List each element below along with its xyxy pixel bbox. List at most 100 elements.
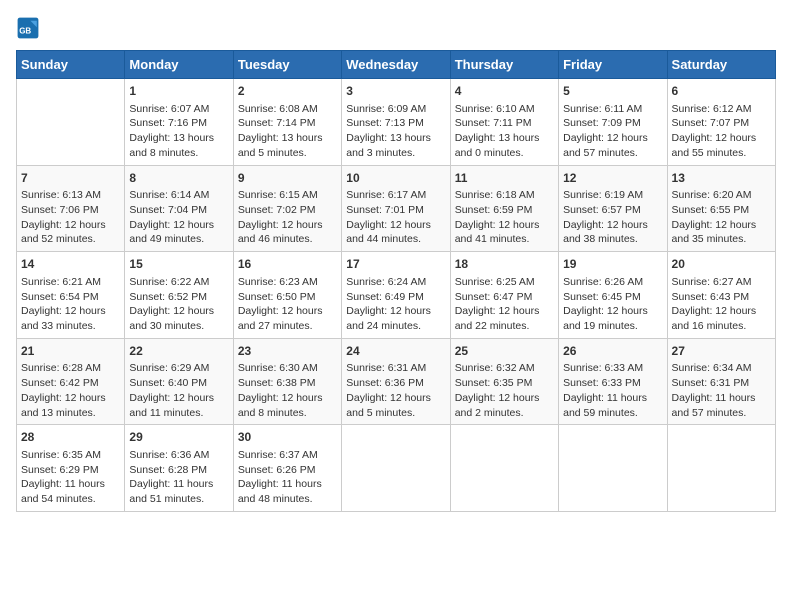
day-number: 2: [238, 83, 337, 100]
day-info: Sunrise: 6:18 AM Sunset: 6:59 PM Dayligh…: [455, 188, 554, 247]
day-info: Sunrise: 6:37 AM Sunset: 6:26 PM Dayligh…: [238, 448, 337, 507]
day-info: Sunrise: 6:34 AM Sunset: 6:31 PM Dayligh…: [672, 361, 771, 420]
day-number: 12: [563, 170, 662, 187]
calendar-table: SundayMondayTuesdayWednesdayThursdayFrid…: [16, 50, 776, 512]
day-info: Sunrise: 6:13 AM Sunset: 7:06 PM Dayligh…: [21, 188, 120, 247]
week-row-4: 28 Sunrise: 6:35 AM Sunset: 6:29 PM Dayli…: [17, 425, 776, 512]
day-cell: 27Sunrise: 6:34 AM Sunset: 6:31 PM Dayli…: [667, 338, 775, 425]
week-row-3: 21Sunrise: 6:28 AM Sunset: 6:42 PM Dayli…: [17, 338, 776, 425]
week-row-0: 1Sunrise: 6:07 AM Sunset: 7:16 PM Daylig…: [17, 79, 776, 166]
day-cell: [667, 425, 775, 512]
day-cell: 12Sunrise: 6:19 AM Sunset: 6:57 PM Dayli…: [559, 165, 667, 252]
day-info: Sunrise: 6:21 AM Sunset: 6:54 PM Dayligh…: [21, 275, 120, 334]
day-info: Sunrise: 6:28 AM Sunset: 6:42 PM Dayligh…: [21, 361, 120, 420]
day-info: Sunrise: 6:22 AM Sunset: 6:52 PM Dayligh…: [129, 275, 228, 334]
day-number: 14: [21, 256, 120, 273]
day-cell: 7Sunrise: 6:13 AM Sunset: 7:06 PM Daylig…: [17, 165, 125, 252]
day-cell: 6 Sunrise: 6:12 AM Sunset: 7:07 PM Daylig…: [667, 79, 775, 166]
week-row-1: 7Sunrise: 6:13 AM Sunset: 7:06 PM Daylig…: [17, 165, 776, 252]
day-number: 10: [346, 170, 445, 187]
day-number: 22: [129, 343, 228, 360]
day-info: Sunrise: 6:07 AM Sunset: 7:16 PM Dayligh…: [129, 102, 228, 161]
header-cell-sunday: Sunday: [17, 51, 125, 79]
day-cell: 22Sunrise: 6:29 AM Sunset: 6:40 PM Dayli…: [125, 338, 233, 425]
day-number: 4: [455, 83, 554, 100]
day-info: Sunrise: 6:11 AM Sunset: 7:09 PM Dayligh…: [563, 102, 662, 161]
day-number: 28: [21, 429, 120, 446]
day-cell: 28 Sunrise: 6:35 AM Sunset: 6:29 PM Dayli…: [17, 425, 125, 512]
day-cell: 3Sunrise: 6:09 AM Sunset: 7:13 PM Daylig…: [342, 79, 450, 166]
day-cell: 23Sunrise: 6:30 AM Sunset: 6:38 PM Dayli…: [233, 338, 341, 425]
header-row: SundayMondayTuesdayWednesdayThursdayFrid…: [17, 51, 776, 79]
day-cell: 1Sunrise: 6:07 AM Sunset: 7:16 PM Daylig…: [125, 79, 233, 166]
svg-text:GB: GB: [19, 27, 31, 36]
day-number: 19: [563, 256, 662, 273]
day-info: Sunrise: 6:27 AM Sunset: 6:43 PM Dayligh…: [672, 275, 771, 334]
day-info: Sunrise: 6:31 AM Sunset: 6:36 PM Dayligh…: [346, 361, 445, 420]
day-number: 29: [129, 429, 228, 446]
day-info: Sunrise: 6:25 AM Sunset: 6:47 PM Dayligh…: [455, 275, 554, 334]
header-cell-tuesday: Tuesday: [233, 51, 341, 79]
day-cell: [342, 425, 450, 512]
day-info: Sunrise: 6:08 AM Sunset: 7:14 PM Dayligh…: [238, 102, 337, 161]
day-cell: 26Sunrise: 6:33 AM Sunset: 6:33 PM Dayli…: [559, 338, 667, 425]
day-cell: 29 Sunrise: 6:36 AM Sunset: 6:28 PM Dayli…: [125, 425, 233, 512]
day-number: 21: [21, 343, 120, 360]
day-cell: 30 Sunrise: 6:37 AM Sunset: 6:26 PM Dayli…: [233, 425, 341, 512]
day-cell: [450, 425, 558, 512]
day-cell: 18 Sunrise: 6:25 AM Sunset: 6:47 PM Dayli…: [450, 252, 558, 339]
day-number: 7: [21, 170, 120, 187]
day-info: Sunrise: 6:15 AM Sunset: 7:02 PM Dayligh…: [238, 188, 337, 247]
day-number: 18: [455, 256, 554, 273]
day-number: 13: [672, 170, 771, 187]
day-number: 24: [346, 343, 445, 360]
day-cell: 21Sunrise: 6:28 AM Sunset: 6:42 PM Dayli…: [17, 338, 125, 425]
day-number: 6: [672, 83, 771, 100]
day-cell: 13Sunrise: 6:20 AM Sunset: 6:55 PM Dayli…: [667, 165, 775, 252]
day-cell: 16 Sunrise: 6:23 AM Sunset: 6:50 PM Dayli…: [233, 252, 341, 339]
day-cell: 24Sunrise: 6:31 AM Sunset: 6:36 PM Dayli…: [342, 338, 450, 425]
day-number: 30: [238, 429, 337, 446]
day-cell: 20Sunrise: 6:27 AM Sunset: 6:43 PM Dayli…: [667, 252, 775, 339]
day-info: Sunrise: 6:30 AM Sunset: 6:38 PM Dayligh…: [238, 361, 337, 420]
day-info: Sunrise: 6:17 AM Sunset: 7:01 PM Dayligh…: [346, 188, 445, 247]
day-info: Sunrise: 6:26 AM Sunset: 6:45 PM Dayligh…: [563, 275, 662, 334]
day-info: Sunrise: 6:29 AM Sunset: 6:40 PM Dayligh…: [129, 361, 228, 420]
logo: GB: [16, 16, 44, 40]
week-row-2: 14 Sunrise: 6:21 AM Sunset: 6:54 PM Dayli…: [17, 252, 776, 339]
header-cell-saturday: Saturday: [667, 51, 775, 79]
day-info: Sunrise: 6:10 AM Sunset: 7:11 PM Dayligh…: [455, 102, 554, 161]
day-number: 26: [563, 343, 662, 360]
day-info: Sunrise: 6:33 AM Sunset: 6:33 PM Dayligh…: [563, 361, 662, 420]
page-header: GB: [16, 16, 776, 40]
day-number: 23: [238, 343, 337, 360]
day-cell: 9Sunrise: 6:15 AM Sunset: 7:02 PM Daylig…: [233, 165, 341, 252]
day-number: 25: [455, 343, 554, 360]
day-cell: 25Sunrise: 6:32 AM Sunset: 6:35 PM Dayli…: [450, 338, 558, 425]
day-info: Sunrise: 6:35 AM Sunset: 6:29 PM Dayligh…: [21, 448, 120, 507]
day-number: 9: [238, 170, 337, 187]
day-info: Sunrise: 6:12 AM Sunset: 7:07 PM Dayligh…: [672, 102, 771, 161]
day-number: 16: [238, 256, 337, 273]
calendar-body: 1Sunrise: 6:07 AM Sunset: 7:16 PM Daylig…: [17, 79, 776, 512]
day-cell: 5 Sunrise: 6:11 AM Sunset: 7:09 PM Daylig…: [559, 79, 667, 166]
header-cell-thursday: Thursday: [450, 51, 558, 79]
day-number: 5: [563, 83, 662, 100]
day-cell: [17, 79, 125, 166]
day-cell: 17Sunrise: 6:24 AM Sunset: 6:49 PM Dayli…: [342, 252, 450, 339]
day-cell: 11Sunrise: 6:18 AM Sunset: 6:59 PM Dayli…: [450, 165, 558, 252]
day-info: Sunrise: 6:14 AM Sunset: 7:04 PM Dayligh…: [129, 188, 228, 247]
logo-icon: GB: [16, 16, 40, 40]
day-cell: 10Sunrise: 6:17 AM Sunset: 7:01 PM Dayli…: [342, 165, 450, 252]
day-number: 11: [455, 170, 554, 187]
day-cell: 8Sunrise: 6:14 AM Sunset: 7:04 PM Daylig…: [125, 165, 233, 252]
header-cell-friday: Friday: [559, 51, 667, 79]
day-number: 3: [346, 83, 445, 100]
calendar-header: SundayMondayTuesdayWednesdayThursdayFrid…: [17, 51, 776, 79]
day-cell: [559, 425, 667, 512]
day-number: 15: [129, 256, 228, 273]
day-info: Sunrise: 6:36 AM Sunset: 6:28 PM Dayligh…: [129, 448, 228, 507]
day-number: 8: [129, 170, 228, 187]
day-info: Sunrise: 6:23 AM Sunset: 6:50 PM Dayligh…: [238, 275, 337, 334]
day-info: Sunrise: 6:24 AM Sunset: 6:49 PM Dayligh…: [346, 275, 445, 334]
